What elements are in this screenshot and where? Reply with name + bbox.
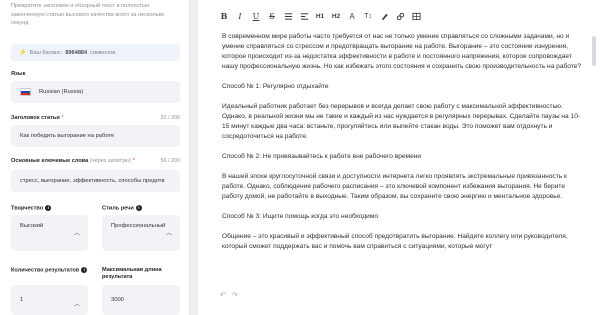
russia-flag-icon [20, 88, 31, 96]
font-size-icon[interactable]: T↕ [360, 9, 376, 23]
creativity-label-text: Творчество [11, 205, 44, 212]
heading-2-icon[interactable]: H2 [328, 9, 344, 23]
underline-icon[interactable]: U [248, 9, 264, 23]
results-count-value: 1 [20, 297, 24, 303]
bold-icon[interactable]: B [216, 9, 232, 23]
language-select[interactable]: Russian (Russia) [11, 81, 180, 103]
max-length-label: Максимальная длина результата [102, 267, 162, 280]
chevron-up-icon[interactable]: ︿ [74, 299, 80, 308]
settings-panel: Превратите заголовок и обзорный текст в … [0, 0, 190, 315]
balance-prefix: Ваш баланс: [29, 49, 63, 56]
font-icon[interactable]: A [344, 9, 360, 23]
history-controls: ↶ ↷ [220, 291, 238, 299]
max-length-input[interactable]: 3000 [102, 285, 180, 315]
results-count-label-text: Количество результатов [11, 267, 80, 274]
app-root: Превратите заголовок и обзорный текст в … [0, 0, 600, 315]
article-content[interactable]: В современном мире работы часто требуетс… [222, 32, 582, 262]
required-mark: * [61, 115, 64, 121]
title-input[interactable]: Как победить выгорание на работе [11, 125, 180, 147]
heading-1-icon[interactable]: H1 [312, 9, 328, 23]
keywords-label: Основные ключевые слова (через запятую) … [11, 158, 135, 164]
required-mark: * [132, 158, 135, 164]
info-icon[interactable]: i [45, 205, 52, 211]
scrollbar[interactable] [592, 36, 596, 66]
content-fade [198, 272, 600, 288]
balance-badge: ⚡ Ваш баланс: 8964884 символов [11, 44, 180, 61]
article-paragraph: Общение – это красивый и эффективный спо… [222, 233, 568, 250]
article-editor: B I U S H1 H2 A T↕ В современном мире ра… [198, 0, 600, 315]
align-icon[interactable] [296, 9, 312, 23]
keywords-count: 56 / 200 [160, 158, 180, 164]
info-icon[interactable]: i [81, 267, 88, 273]
redo-icon[interactable]: ↷ [232, 291, 238, 299]
strikethrough-icon[interactable]: S [264, 9, 280, 23]
article-paragraph: Идеальный работник работает без перерыво… [222, 103, 581, 140]
link-icon[interactable] [392, 9, 408, 23]
title-label-text: Заголовок статьи [11, 115, 60, 121]
style-label: Стиль речи i [102, 205, 142, 211]
balance-value: 8964884 [65, 49, 88, 56]
intro-text: Превратите заголовок и обзорный текст в … [11, 3, 165, 27]
title-count: 32 / 200 [160, 115, 180, 121]
info-icon[interactable]: i [135, 205, 142, 211]
style-value: Профессиональный [111, 223, 166, 229]
language-label: Язык [11, 71, 26, 77]
italic-icon[interactable]: I [232, 9, 248, 23]
article-heading: Способ № 2: Не привязывайтесь к работе в… [222, 153, 422, 160]
balance-suffix: символов [90, 49, 116, 56]
article-paragraph: В современном мире работы часто требуетс… [222, 33, 582, 70]
article-heading: Способ № 1: Регулярно отдыхайте [222, 83, 329, 90]
editor-toolbar: B I U S H1 H2 A T↕ [216, 9, 424, 23]
table-icon[interactable] [408, 9, 424, 23]
list-icon[interactable] [280, 9, 296, 23]
results-count-label: Количество результатов i [11, 267, 91, 273]
style-label-text: Стиль речи [102, 205, 134, 212]
bolt-icon: ⚡ [19, 50, 27, 56]
creativity-value: Высокий [20, 223, 44, 229]
creativity-label: Творчество i [11, 205, 52, 212]
title-label: Заголовок статьи * [11, 115, 64, 121]
language-value: Russian (Russia) [39, 89, 84, 95]
keywords-input[interactable]: стресс, выгорание, эффективность, способ… [11, 170, 180, 192]
keywords-hint: (через запятую) [89, 158, 132, 164]
undo-icon[interactable]: ↶ [220, 291, 226, 299]
keywords-label-text: Основные ключевые слова [11, 158, 89, 164]
chevron-up-icon: ︿ [74, 231, 81, 237]
brush-icon[interactable] [376, 9, 392, 23]
article-heading: Способ № 3: Ищите помощь когда это необх… [222, 213, 379, 220]
chevron-up-icon: ︿ [166, 231, 173, 237]
article-paragraph: В нашей эпохе круглосуточной связи и дос… [222, 173, 567, 200]
